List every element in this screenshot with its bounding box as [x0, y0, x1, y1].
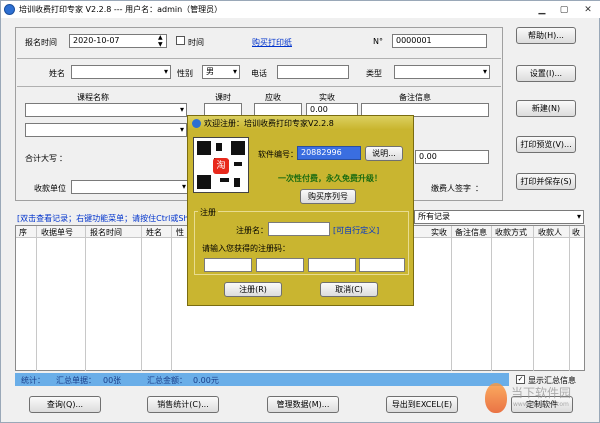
gender-select[interactable]: 男: [202, 65, 240, 79]
col-extra: 收: [572, 228, 580, 237]
colon: ：: [59, 154, 67, 163]
app-icon: [4, 4, 15, 15]
date-picker[interactable]: 2020-10-07: [69, 34, 167, 48]
name-label: 姓名: [49, 69, 65, 78]
register-dialog: 欢迎注册：培训收费打印专家V2.2.8 淘 软件编号： 20882996 说明.…: [187, 115, 414, 306]
new-button[interactable]: 新建(N): [516, 100, 576, 117]
settings-button[interactable]: 设置(I)...: [516, 65, 576, 82]
code-input-1[interactable]: [204, 258, 252, 272]
export-excel-button[interactable]: 导出到EXCEL(E): [386, 396, 458, 413]
stats-count-value: 00张: [103, 376, 122, 385]
divider: [17, 86, 501, 87]
query-button[interactable]: 查询(Q)...: [29, 396, 101, 413]
col-date: 报名时间: [90, 228, 122, 237]
name-select[interactable]: [71, 65, 171, 79]
code-prompt: 请输入您获得的注册码：: [202, 244, 290, 253]
unit-label: 收款单位: [34, 184, 66, 193]
print-preview-button[interactable]: 打印预览(V)...: [516, 136, 576, 153]
date-label: 报名时间: [25, 38, 57, 47]
code-input-3[interactable]: [308, 258, 356, 272]
main-window: 培训收费打印专家 V2.2.8 --- 用户名：admin（管理员） ▁ ▢ ✕…: [0, 0, 600, 423]
dialog-title: 欢迎注册：培训收费打印专家V2.2.8: [204, 118, 334, 128]
buy-paper-link[interactable]: 购买打印纸: [252, 37, 292, 48]
custom-hint: [可自行定义]: [333, 226, 380, 235]
col-pay-method: 收款方式: [495, 228, 527, 237]
course-select-1[interactable]: [25, 103, 187, 117]
course-select-2[interactable]: [25, 123, 187, 137]
type-select[interactable]: [394, 65, 490, 79]
col-remark: 备注信息: [455, 228, 487, 237]
dialog-title-bar: 欢迎注册：培训收费打印专家V2.2.8: [188, 116, 413, 130]
col-name: 姓名: [146, 228, 162, 237]
phone-input[interactable]: [277, 65, 349, 79]
code-input-4[interactable]: [359, 258, 405, 272]
qr-code-icon: 淘: [193, 137, 249, 193]
reg-name-label: 注册名：: [236, 226, 268, 235]
records-hint: [双击查看记录；右键功能菜单；请按住Ctrl或Shift键: [17, 214, 205, 223]
due-header: 应收: [265, 93, 281, 102]
paid-header: 实收: [319, 93, 335, 102]
window-title: 培训收费打印专家 V2.2.8 --- 用户名：admin（管理员）: [19, 5, 223, 14]
time-label: 时间: [188, 38, 204, 47]
watermark-sub: www.downxia.com: [513, 401, 569, 408]
register-group-label: 注册: [198, 207, 218, 218]
code-input-2[interactable]: [256, 258, 304, 272]
print-save-button[interactable]: 打印并保存(S): [516, 173, 576, 190]
serial-label: 软件编号：: [258, 150, 298, 159]
manage-data-button[interactable]: 管理数据(M)...: [267, 396, 339, 413]
col-receipt-no: 收据单号: [41, 228, 73, 237]
total-input: 0.00: [415, 150, 489, 164]
gender-label: 性别: [177, 69, 193, 78]
col-payee: 收款人: [538, 228, 562, 237]
serial-input: 20882996: [297, 146, 361, 160]
records-filter[interactable]: 所有记录: [414, 210, 584, 224]
spin-icon[interactable]: ▲ ▼: [158, 34, 163, 48]
reg-name-input[interactable]: [268, 222, 330, 236]
divider: [17, 58, 501, 59]
hours-header: 课时: [215, 93, 231, 102]
remark-header: 备注信息: [399, 93, 431, 102]
time-checkbox[interactable]: [176, 36, 185, 45]
register-button[interactable]: 注册(R): [224, 282, 282, 297]
title-bar: 培训收费打印专家 V2.2.8 --- 用户名：admin（管理员） ▁ ▢ ✕: [1, 1, 600, 18]
signer-label: 缴费人签字: [431, 184, 471, 193]
close-icon[interactable]: ✕: [575, 1, 600, 18]
total-upper-label: 合计大写: [25, 154, 57, 163]
col-gender: 性: [176, 228, 184, 237]
stats-prefix: 统计：: [21, 376, 45, 385]
dialog-app-icon: [192, 118, 201, 128]
slogan: 一次性付费，永久免费升级！: [278, 174, 382, 183]
cancel-button[interactable]: 取消(C): [320, 282, 378, 297]
type-label: 类型: [366, 69, 382, 78]
watermark-logo-icon: [485, 383, 507, 413]
summary-checkbox[interactable]: ✓: [516, 375, 525, 384]
col-paid: 实收: [431, 228, 447, 237]
maximize-icon[interactable]: ▢: [553, 1, 575, 18]
buy-serial-button[interactable]: 购买序列号: [300, 189, 356, 204]
window-controls: ▁ ▢ ✕: [531, 1, 600, 18]
number-label: N°: [373, 37, 383, 46]
stats-amount-value: 0.00元: [193, 376, 219, 385]
watermark-text: 当下软件园: [511, 386, 572, 400]
receipt-number: 0000001: [392, 34, 487, 48]
stats-count-label: 汇总单据：: [56, 376, 96, 385]
minimize-icon[interactable]: ▁: [531, 1, 553, 18]
explain-button[interactable]: 说明...: [365, 146, 403, 161]
sales-stats-button[interactable]: 销售统计(C)...: [147, 396, 219, 413]
course-header: 课程名称: [77, 93, 109, 102]
stats-amount-label: 汇总金额：: [147, 376, 187, 385]
help-button[interactable]: 帮助(H)...: [516, 27, 576, 44]
phone-label: 电话: [251, 69, 267, 78]
unit-select[interactable]: [71, 180, 189, 194]
col-seq: 序: [19, 228, 27, 237]
